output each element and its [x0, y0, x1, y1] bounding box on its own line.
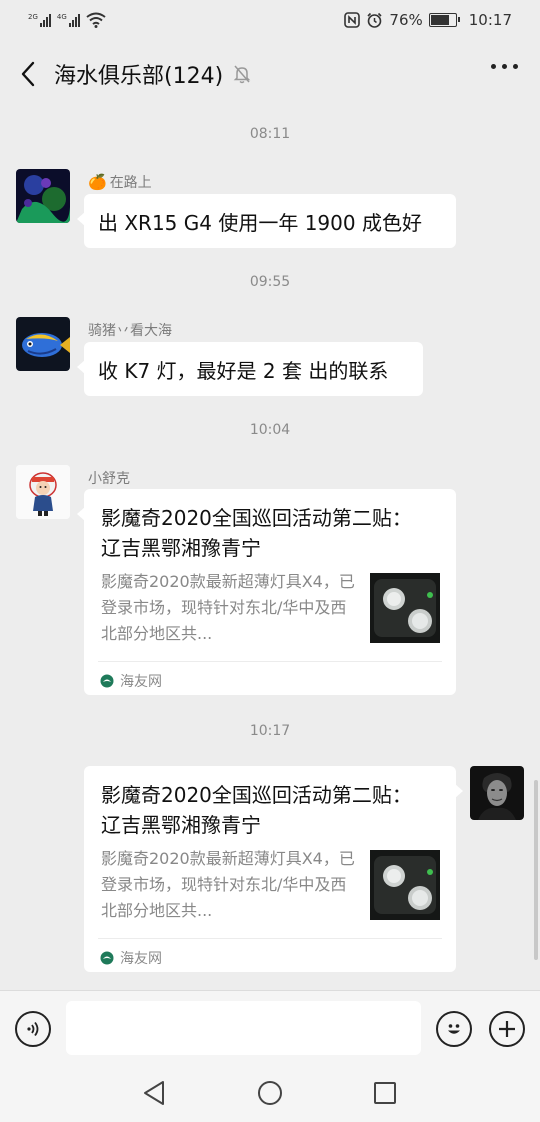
alarm-icon [367, 12, 382, 28]
wifi-icon [86, 12, 106, 28]
chat-header: 海水俱乐部(124) [0, 40, 540, 108]
card-description: 影魔奇2020款最新超薄灯具X4，已登录市场，现特针对东北/华中及西北部分地区共… [101, 849, 355, 920]
nav-home-button[interactable] [255, 1078, 285, 1108]
voice-icon [27, 1021, 39, 1037]
more-icon [491, 64, 496, 69]
nav-back-button[interactable] [139, 1078, 169, 1108]
voice-button[interactable] [15, 1011, 51, 1047]
avatar[interactable] [16, 465, 70, 519]
self-avatar[interactable] [470, 766, 524, 820]
source-logo-icon [100, 674, 114, 688]
nfc-icon [344, 12, 361, 28]
clock: 10:17 [468, 11, 512, 29]
card-description: 影魔奇2020款最新超薄灯具X4，已登录市场，现特针对东北/华中及西北部分地区共… [101, 572, 355, 643]
card-divider [98, 938, 442, 939]
message-bubble[interactable]: 收 K7 灯，最好是 2 套 出的联系 [77, 342, 423, 396]
back-arrow-icon [21, 61, 35, 87]
card-source-label: 海友网 [120, 951, 162, 967]
chat-title: 海水俱乐部(124) [54, 64, 224, 89]
card-title: 影魔奇2020全国巡回活动第二贴： 辽吉黑鄂湘豫青宁 [101, 783, 412, 837]
card-source: 海友网 [100, 948, 162, 968]
message-input[interactable] [66, 1001, 421, 1055]
timestamp: 08:11 [249, 126, 291, 142]
sender-name-text: 在路上 [109, 175, 152, 191]
card-title: 影魔奇2020全国巡回活动第二贴： 辽吉黑鄂湘豫青宁 [101, 506, 412, 560]
avatar[interactable] [16, 317, 70, 371]
orange-emoji-icon: 🍊 [88, 173, 107, 191]
sender-name: 🍊 在路上 [88, 172, 152, 192]
card-source-label: 海友网 [120, 674, 162, 690]
source-logo-icon [100, 951, 114, 965]
sender-name: 小舒克 [88, 471, 130, 487]
card-divider [98, 661, 442, 662]
more-functions-button[interactable] [489, 1011, 525, 1047]
link-card[interactable]: 影魔奇2020全国巡回活动第二贴： 辽吉黑鄂湘豫青宁 影魔奇2020款最新超薄灯… [77, 489, 456, 695]
chat-scrollbar[interactable] [534, 780, 538, 960]
network-type-label: 2G [28, 12, 38, 21]
card-source: 海友网 [100, 671, 162, 691]
plus-icon [499, 1021, 515, 1037]
input-bar [0, 990, 540, 1062]
network-type-label: 4G [56, 12, 67, 21]
battery-percent: 76% [389, 11, 423, 29]
status-bar: 2G 4G 76% 10:17 [0, 0, 540, 40]
signal-2g-icon: 2G [28, 12, 51, 27]
link-card[interactable]: 影魔奇2020全国巡回活动第二贴： 辽吉黑鄂湘豫青宁 影魔奇2020款最新超薄灯… [84, 766, 463, 972]
timestamp: 09:55 [249, 274, 291, 290]
timestamp: 10:17 [249, 723, 291, 739]
emoji-icon [448, 1024, 460, 1034]
home-circle-icon [258, 1081, 282, 1105]
mute-bell-icon [233, 65, 251, 84]
message-bubble[interactable]: 出 XR15 G4 使用一年 1900 成色好 [77, 194, 456, 248]
back-button[interactable] [14, 58, 42, 90]
system-nav-bar [0, 1062, 540, 1122]
emoji-button[interactable] [436, 1011, 472, 1047]
recents-square-icon [374, 1082, 396, 1104]
card-thumbnail [370, 850, 440, 920]
chat-title-wrap: 海水俱乐部(124) [54, 58, 251, 90]
back-triangle-icon [144, 1081, 164, 1105]
battery-icon [428, 13, 460, 27]
sender-name: 骑猪丷看大海 [88, 323, 172, 339]
avatar[interactable] [16, 169, 70, 223]
more-button[interactable] [491, 64, 518, 69]
timestamp: 10:04 [249, 422, 291, 438]
signal-4g-icon: 4G [56, 12, 80, 27]
card-thumbnail [370, 573, 440, 643]
nav-recents-button[interactable] [370, 1078, 400, 1108]
